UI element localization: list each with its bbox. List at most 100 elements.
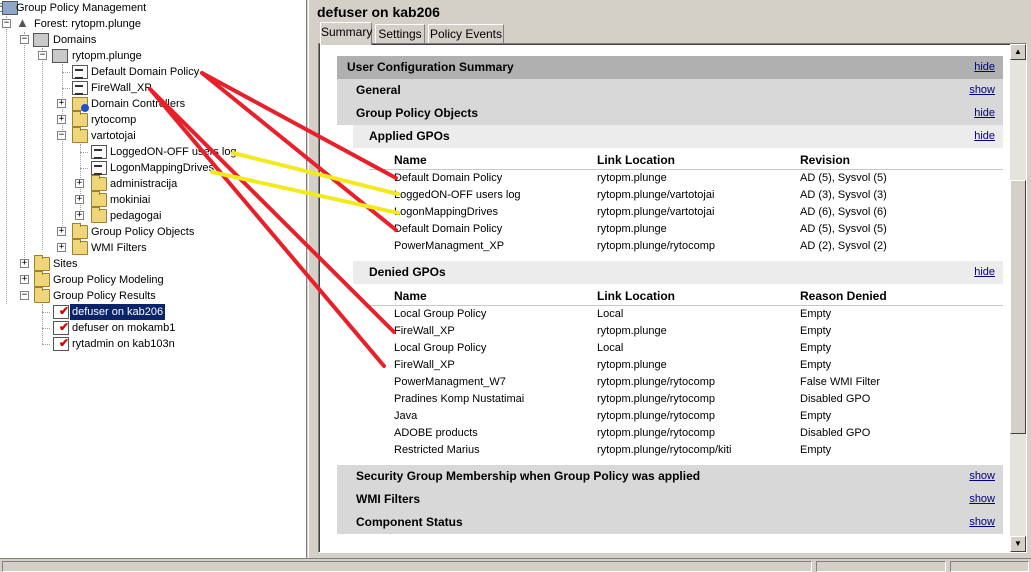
domain-icon — [52, 49, 68, 63]
scroll-thumb[interactable] — [1010, 180, 1026, 434]
column-header: Name — [394, 153, 427, 167]
collapse-icon[interactable]: − — [57, 131, 66, 140]
scroll-up-icon[interactable]: ▲ — [1010, 44, 1026, 60]
section-security-groups: Security Group Membership when Group Pol… — [337, 465, 1003, 488]
domains-icon — [33, 33, 49, 47]
tree-administracija[interactable]: + administracija — [0, 175, 306, 192]
tab-settings[interactable]: Settings — [375, 24, 425, 44]
cell-name: PowerManagment_XP — [394, 240, 505, 252]
tree-domain[interactable]: − rytopm.plunge — [0, 48, 306, 64]
gpo-link-icon — [91, 161, 107, 175]
tree-pedagogai[interactable]: + pedagogai — [0, 207, 306, 224]
tree-vartotojai[interactable]: − vartotojai — [0, 127, 306, 144]
table-row: FireWall_XP rytopm.plunge Empty — [369, 357, 1003, 374]
tree-forest[interactable]: − Forest: rytopm.plunge — [0, 15, 306, 32]
gpo-link-icon — [91, 145, 107, 159]
scroll-down-icon[interactable]: ▼ — [1010, 536, 1026, 552]
table-row: Restricted Marius rytopm.plunge/rytocomp… — [369, 442, 1003, 459]
expand-icon[interactable]: + — [57, 115, 66, 124]
tree-loggedon[interactable]: LoggedON-OFF users log — [0, 144, 306, 160]
hide-link[interactable]: hide — [974, 102, 995, 125]
sites-icon — [34, 255, 50, 271]
expand-icon[interactable]: + — [57, 243, 66, 252]
console-tree[interactable]: − Group Policy Management − Forest: ryto… — [0, 0, 307, 558]
section-user-config: User Configuration Summary hide — [337, 56, 1003, 79]
collapse-icon[interactable]: − — [20, 291, 29, 300]
forest-icon — [15, 15, 31, 31]
tree-rytocomp[interactable]: + rytocomp — [0, 111, 306, 128]
table-row: LogonMappingDrives rytopm.plunge/vartoto… — [369, 204, 1003, 221]
show-link[interactable]: show — [969, 511, 995, 534]
cell-link: rytopm.plunge/vartotojai — [597, 206, 715, 218]
cell-name: FireWall_XP — [394, 359, 455, 371]
tree-label: FireWall_XP — [91, 82, 152, 94]
tree-result-kab206[interactable]: defuser on kab206 — [0, 303, 306, 320]
collapse-icon[interactable]: − — [2, 19, 11, 28]
vertical-scrollbar[interactable]: ▲ ▼ — [1010, 44, 1026, 552]
ou-icon — [72, 111, 88, 127]
tree-result-mokamb1[interactable]: defuser on mokamb1 — [0, 319, 306, 336]
hide-link[interactable]: hide — [974, 56, 995, 79]
expand-icon[interactable]: + — [57, 99, 66, 108]
tree-label: mokiniai — [110, 194, 151, 206]
show-link[interactable]: show — [969, 79, 995, 102]
expand-icon[interactable]: + — [57, 227, 66, 236]
cell-name: ADOBE products — [394, 427, 478, 439]
cell-revision: AD (6), Sysvol (6) — [800, 206, 887, 218]
tree-results[interactable]: − Group Policy Results — [0, 287, 306, 304]
expand-icon[interactable]: + — [75, 195, 84, 204]
cell-name: LoggedON-OFF users log — [394, 189, 521, 201]
table-row: PowerManagment_W7 rytopm.plunge/rytocomp… — [369, 374, 1003, 391]
tree-result-kab103n[interactable]: rytadmin on kab103n — [0, 335, 306, 352]
section-wmi-filters: WMI Filters show — [337, 488, 1003, 511]
cell-link: rytopm.plunge/rytocomp — [597, 376, 715, 388]
tree-firewall-xp[interactable]: FireWall_XP — [0, 80, 306, 96]
cell-link: rytopm.plunge/rytocomp — [597, 427, 715, 439]
section-title: General — [356, 83, 401, 97]
modeling-icon — [34, 271, 50, 287]
cell-reason: Empty — [800, 444, 832, 456]
tree-root[interactable]: − Group Policy Management — [0, 0, 306, 16]
tab-summary[interactable]: Summary — [320, 22, 372, 45]
tree-modeling[interactable]: + Group Policy Modeling — [0, 271, 306, 288]
section-denied-gpos: Denied GPOs hide — [353, 261, 1003, 284]
cell-link: rytopm.plunge/vartotojai — [597, 189, 715, 201]
tree-gpo-objects[interactable]: + Group Policy Objects — [0, 223, 306, 240]
cell-name: PowerManagment_W7 — [394, 376, 506, 388]
show-link[interactable]: show — [969, 465, 995, 488]
tree-sites[interactable]: + Sites — [0, 255, 306, 272]
folder-icon — [72, 223, 88, 239]
cell-link: rytopm.plunge — [597, 172, 667, 184]
section-title: Applied GPOs — [369, 129, 450, 143]
tree-default-domain-policy[interactable]: Default Domain Policy — [0, 64, 306, 80]
table-row: Pradines Komp Nustatimai rytopm.plunge/r… — [369, 391, 1003, 408]
hide-link[interactable]: hide — [974, 261, 995, 284]
expand-icon[interactable]: + — [75, 179, 84, 188]
report-viewport[interactable]: User Configuration Summary hide General … — [318, 43, 1027, 553]
tree-label: Domain Controllers — [91, 98, 186, 110]
show-link[interactable]: show — [969, 488, 995, 511]
collapse-icon[interactable]: − — [20, 35, 29, 44]
tree-logonmapping[interactable]: LogonMappingDrives — [0, 160, 306, 176]
tree-mokiniai[interactable]: + mokiniai — [0, 191, 306, 208]
tab-policy-events[interactable]: Policy Events — [428, 24, 504, 44]
tree-label: LoggedON-OFF users log — [110, 146, 237, 158]
ou-icon — [72, 127, 88, 143]
table-header: Name Link Location Revision — [369, 152, 1003, 170]
section-title: User Configuration Summary — [347, 60, 514, 74]
status-panel — [2, 561, 812, 572]
hide-link[interactable]: hide — [974, 125, 995, 148]
tree-wmi-filters[interactable]: + WMI Filters — [0, 239, 306, 256]
cell-name: LogonMappingDrives — [394, 206, 498, 218]
collapse-icon[interactable]: − — [38, 51, 47, 60]
tree-domain-controllers[interactable]: + Domain Controllers — [0, 96, 306, 112]
column-header: Link Location — [597, 289, 675, 303]
expand-icon[interactable]: + — [20, 275, 29, 284]
report-icon — [53, 319, 69, 335]
expand-icon[interactable]: + — [20, 259, 29, 268]
expand-icon[interactable]: + — [75, 211, 84, 220]
report-icon — [53, 303, 69, 319]
tree-domains[interactable]: − Domains — [0, 32, 306, 48]
cell-link: rytopm.plunge/rytocomp/kiti — [597, 444, 732, 456]
denied-gpos-table: Name Link Location Reason Denied Local G… — [369, 288, 1003, 458]
